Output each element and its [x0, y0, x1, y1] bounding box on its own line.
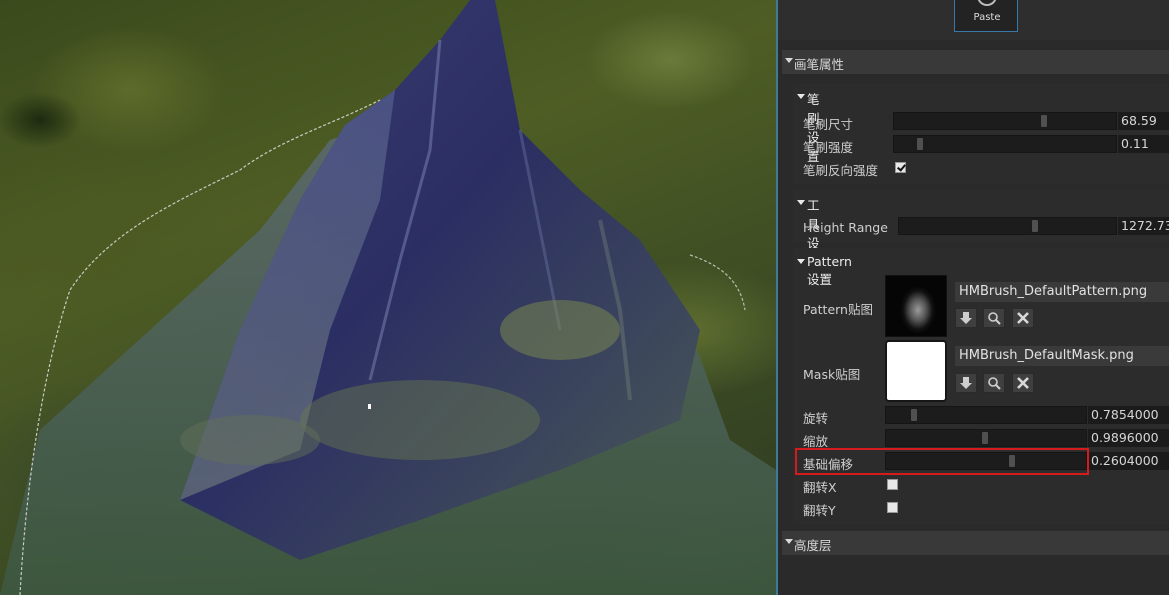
down-arrow-icon [960, 312, 972, 324]
section-height-layers[interactable]: 高度层 [782, 531, 1169, 555]
brush-strength-slider[interactable] [893, 135, 1117, 153]
slider-handle[interactable] [916, 137, 924, 151]
brush-size-value[interactable]: 68.59 [1118, 112, 1169, 130]
section-brush-properties[interactable]: 画笔属性 [782, 50, 1169, 74]
slider-handle[interactable] [1040, 114, 1048, 128]
slider-handle[interactable] [1031, 219, 1039, 233]
inspector-panel: Paste 画笔属性 笔刷设置 笔刷尺寸 68.59 笔刷强度 0.11 笔刷反… [778, 0, 1169, 595]
base-offset-value[interactable]: 0.2604000 [1088, 452, 1169, 470]
base-offset-highlight [795, 448, 1089, 475]
pattern-texture-thumbnail[interactable] [885, 275, 947, 337]
mask-texture-thumbnail[interactable] [885, 340, 947, 402]
rotation-slider[interactable] [885, 406, 1087, 424]
scale-value[interactable]: 0.9896000 [1088, 429, 1169, 447]
slider-handle[interactable] [910, 408, 918, 422]
height-range-slider[interactable] [898, 217, 1117, 235]
paste-button[interactable]: Paste [954, 0, 1018, 32]
pattern-texture-label: Pattern贴图 [803, 302, 873, 317]
tool-strip: Paste [778, 0, 1169, 40]
mask-browse-button[interactable] [983, 373, 1005, 393]
flip-x-checkbox[interactable] [887, 479, 898, 490]
height-range-label: Height Range [803, 220, 888, 235]
collapse-triangle-icon [797, 259, 805, 264]
mask-texture-file[interactable]: HMBrush_DefaultMask.png [955, 346, 1169, 366]
height-range-value[interactable]: 1272.73 [1118, 217, 1169, 235]
paste-label: Paste [973, 12, 1001, 23]
group-brush-settings: 笔刷设置 笔刷尺寸 68.59 笔刷强度 0.11 笔刷反向强度 [793, 84, 1169, 184]
flip-y-label: 翻转Y [803, 503, 836, 518]
magnifier-icon [988, 377, 1001, 390]
collapse-triangle-icon [797, 200, 805, 205]
close-x-icon [1017, 312, 1029, 324]
pattern-browse-button[interactable] [983, 308, 1005, 328]
rotation-value[interactable]: 0.7854000 [1088, 406, 1169, 424]
mask-texture-label: Mask贴图 [803, 367, 861, 382]
mask-load-button[interactable] [955, 373, 977, 393]
close-x-icon [1017, 377, 1029, 389]
slider-handle[interactable] [981, 431, 989, 445]
invert-strength-label: 笔刷反向强度 [803, 163, 879, 178]
terrain-render [0, 0, 776, 595]
group-pattern-settings: Pattern设置 Pattern贴图 HMBrush_DefaultPatte… [793, 248, 1169, 524]
invert-strength-checkbox[interactable] [895, 162, 906, 173]
paste-icon [977, 0, 997, 6]
brush-size-slider[interactable] [893, 112, 1117, 130]
pattern-texture-file[interactable]: HMBrush_DefaultPattern.png [955, 282, 1169, 302]
brush-size-label: 笔刷尺寸 [803, 117, 854, 132]
collapse-triangle-icon [785, 58, 793, 63]
flip-y-checkbox[interactable] [887, 502, 898, 513]
mask-clear-button[interactable] [1012, 373, 1034, 393]
pattern-load-button[interactable] [955, 308, 977, 328]
collapse-triangle-icon [785, 539, 793, 544]
group-title: Pattern设置 [807, 254, 852, 287]
down-arrow-icon [960, 377, 972, 389]
brush-strength-label: 笔刷强度 [803, 140, 854, 155]
scale-slider[interactable] [885, 429, 1087, 447]
scene-viewport[interactable] [0, 0, 776, 595]
group-tool-settings: 工具设置 Height Range 1272.73 [793, 190, 1169, 270]
magnifier-icon [988, 312, 1001, 325]
section-title: 高度层 [794, 538, 832, 553]
section-title: 画笔属性 [794, 57, 845, 72]
pattern-clear-button[interactable] [1012, 308, 1034, 328]
brush-strength-value[interactable]: 0.11 [1118, 135, 1169, 153]
collapse-triangle-icon [797, 94, 805, 99]
flip-x-label: 翻转X [803, 480, 837, 495]
rotation-label: 旋转 [803, 411, 829, 426]
